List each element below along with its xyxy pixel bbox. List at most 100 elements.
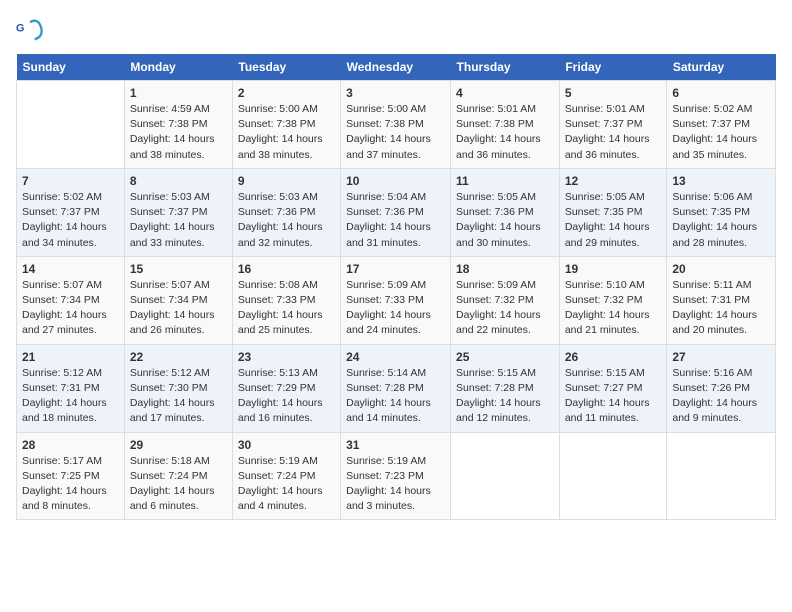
day-number: 2 xyxy=(238,86,335,100)
calendar-cell: 1 Sunrise: 4:59 AM Sunset: 7:38 PM Daylig… xyxy=(124,81,232,169)
day-number: 13 xyxy=(672,174,770,188)
column-header-monday: Monday xyxy=(124,54,232,81)
day-info: Sunrise: 5:08 AM Sunset: 7:33 PM Dayligh… xyxy=(238,278,335,339)
day-info: Sunrise: 5:11 AM Sunset: 7:31 PM Dayligh… xyxy=(672,278,770,339)
page-header: G xyxy=(16,16,776,44)
day-number: 31 xyxy=(346,438,445,452)
calendar-cell: 4 Sunrise: 5:01 AM Sunset: 7:38 PM Daylig… xyxy=(451,81,560,169)
day-number: 26 xyxy=(565,350,662,364)
day-info: Sunrise: 5:01 AM Sunset: 7:37 PM Dayligh… xyxy=(565,102,662,163)
day-info: Sunrise: 5:05 AM Sunset: 7:35 PM Dayligh… xyxy=(565,190,662,251)
calendar-cell: 8 Sunrise: 5:03 AM Sunset: 7:37 PM Daylig… xyxy=(124,168,232,256)
day-info: Sunrise: 4:59 AM Sunset: 7:38 PM Dayligh… xyxy=(130,102,227,163)
day-number: 23 xyxy=(238,350,335,364)
calendar-cell xyxy=(17,81,125,169)
logo-icon: G xyxy=(16,16,44,44)
day-number: 3 xyxy=(346,86,445,100)
calendar-cell: 21 Sunrise: 5:12 AM Sunset: 7:31 PM Dayli… xyxy=(17,344,125,432)
day-info: Sunrise: 5:19 AM Sunset: 7:24 PM Dayligh… xyxy=(238,454,335,515)
calendar-cell: 29 Sunrise: 5:18 AM Sunset: 7:24 PM Dayli… xyxy=(124,432,232,520)
day-info: Sunrise: 5:15 AM Sunset: 7:27 PM Dayligh… xyxy=(565,366,662,427)
day-info: Sunrise: 5:07 AM Sunset: 7:34 PM Dayligh… xyxy=(130,278,227,339)
day-number: 9 xyxy=(238,174,335,188)
day-info: Sunrise: 5:06 AM Sunset: 7:35 PM Dayligh… xyxy=(672,190,770,251)
column-header-thursday: Thursday xyxy=(451,54,560,81)
day-info: Sunrise: 5:03 AM Sunset: 7:36 PM Dayligh… xyxy=(238,190,335,251)
day-info: Sunrise: 5:07 AM Sunset: 7:34 PM Dayligh… xyxy=(22,278,119,339)
week-row-3: 14Sunrise: 5:07 AM Sunset: 7:34 PM Dayli… xyxy=(17,256,776,344)
calendar-cell: 24Sunrise: 5:14 AM Sunset: 7:28 PM Dayli… xyxy=(341,344,451,432)
day-info: Sunrise: 5:18 AM Sunset: 7:24 PM Dayligh… xyxy=(130,454,227,515)
day-info: Sunrise: 5:09 AM Sunset: 7:32 PM Dayligh… xyxy=(456,278,554,339)
day-number: 8 xyxy=(130,174,227,188)
calendar-cell xyxy=(667,432,776,520)
column-header-friday: Friday xyxy=(559,54,667,81)
column-header-wednesday: Wednesday xyxy=(341,54,451,81)
calendar-cell: 7 Sunrise: 5:02 AM Sunset: 7:37 PM Daylig… xyxy=(17,168,125,256)
day-info: Sunrise: 5:04 AM Sunset: 7:36 PM Dayligh… xyxy=(346,190,445,251)
calendar-cell xyxy=(451,432,560,520)
day-info: Sunrise: 5:01 AM Sunset: 7:38 PM Dayligh… xyxy=(456,102,554,163)
day-info: Sunrise: 5:02 AM Sunset: 7:37 PM Dayligh… xyxy=(672,102,770,163)
day-number: 15 xyxy=(130,262,227,276)
week-row-2: 7 Sunrise: 5:02 AM Sunset: 7:37 PM Daylig… xyxy=(17,168,776,256)
svg-text:G: G xyxy=(16,23,24,35)
day-info: Sunrise: 5:19 AM Sunset: 7:23 PM Dayligh… xyxy=(346,454,445,515)
day-info: Sunrise: 5:05 AM Sunset: 7:36 PM Dayligh… xyxy=(456,190,554,251)
day-number: 29 xyxy=(130,438,227,452)
day-number: 27 xyxy=(672,350,770,364)
day-info: Sunrise: 5:03 AM Sunset: 7:37 PM Dayligh… xyxy=(130,190,227,251)
day-info: Sunrise: 5:13 AM Sunset: 7:29 PM Dayligh… xyxy=(238,366,335,427)
day-number: 7 xyxy=(22,174,119,188)
day-number: 12 xyxy=(565,174,662,188)
column-header-saturday: Saturday xyxy=(667,54,776,81)
day-number: 25 xyxy=(456,350,554,364)
calendar-cell: 22Sunrise: 5:12 AM Sunset: 7:30 PM Dayli… xyxy=(124,344,232,432)
calendar-cell: 20Sunrise: 5:11 AM Sunset: 7:31 PM Dayli… xyxy=(667,256,776,344)
day-number: 1 xyxy=(130,86,227,100)
day-number: 4 xyxy=(456,86,554,100)
day-number: 6 xyxy=(672,86,770,100)
day-info: Sunrise: 5:10 AM Sunset: 7:32 PM Dayligh… xyxy=(565,278,662,339)
day-number: 30 xyxy=(238,438,335,452)
calendar-cell: 11 Sunrise: 5:05 AM Sunset: 7:36 PM Dayli… xyxy=(451,168,560,256)
day-number: 11 xyxy=(456,174,554,188)
calendar-cell: 19Sunrise: 5:10 AM Sunset: 7:32 PM Dayli… xyxy=(559,256,667,344)
day-number: 17 xyxy=(346,262,445,276)
day-info: Sunrise: 5:00 AM Sunset: 7:38 PM Dayligh… xyxy=(346,102,445,163)
calendar-cell: 10Sunrise: 5:04 AM Sunset: 7:36 PM Dayli… xyxy=(341,168,451,256)
calendar-cell: 26 Sunrise: 5:15 AM Sunset: 7:27 PM Dayli… xyxy=(559,344,667,432)
calendar-cell: 5 Sunrise: 5:01 AM Sunset: 7:37 PM Daylig… xyxy=(559,81,667,169)
week-row-4: 21 Sunrise: 5:12 AM Sunset: 7:31 PM Dayli… xyxy=(17,344,776,432)
day-info: Sunrise: 5:14 AM Sunset: 7:28 PM Dayligh… xyxy=(346,366,445,427)
calendar-cell: 23 Sunrise: 5:13 AM Sunset: 7:29 PM Dayli… xyxy=(232,344,340,432)
day-number: 18 xyxy=(456,262,554,276)
calendar-cell: 6 Sunrise: 5:02 AM Sunset: 7:37 PM Daylig… xyxy=(667,81,776,169)
week-row-5: 28Sunrise: 5:17 AM Sunset: 7:25 PM Dayli… xyxy=(17,432,776,520)
calendar-cell: 17 Sunrise: 5:09 AM Sunset: 7:33 PM Dayli… xyxy=(341,256,451,344)
day-info: Sunrise: 5:17 AM Sunset: 7:25 PM Dayligh… xyxy=(22,454,119,515)
calendar-cell: 12 Sunrise: 5:05 AM Sunset: 7:35 PM Dayli… xyxy=(559,168,667,256)
day-number: 5 xyxy=(565,86,662,100)
calendar-cell: 30 Sunrise: 5:19 AM Sunset: 7:24 PM Dayli… xyxy=(232,432,340,520)
day-info: Sunrise: 5:00 AM Sunset: 7:38 PM Dayligh… xyxy=(238,102,335,163)
calendar-cell: 18 Sunrise: 5:09 AM Sunset: 7:32 PM Dayli… xyxy=(451,256,560,344)
calendar-cell: 2 Sunrise: 5:00 AM Sunset: 7:38 PM Daylig… xyxy=(232,81,340,169)
day-number: 21 xyxy=(22,350,119,364)
day-info: Sunrise: 5:02 AM Sunset: 7:37 PM Dayligh… xyxy=(22,190,119,251)
calendar-cell: 3 Sunrise: 5:00 AM Sunset: 7:38 PM Daylig… xyxy=(341,81,451,169)
calendar-cell: 14Sunrise: 5:07 AM Sunset: 7:34 PM Dayli… xyxy=(17,256,125,344)
day-info: Sunrise: 5:12 AM Sunset: 7:31 PM Dayligh… xyxy=(22,366,119,427)
calendar-cell: 25Sunrise: 5:15 AM Sunset: 7:28 PM Dayli… xyxy=(451,344,560,432)
column-header-sunday: Sunday xyxy=(17,54,125,81)
day-number: 16 xyxy=(238,262,335,276)
calendar-cell: 28Sunrise: 5:17 AM Sunset: 7:25 PM Dayli… xyxy=(17,432,125,520)
day-info: Sunrise: 5:16 AM Sunset: 7:26 PM Dayligh… xyxy=(672,366,770,427)
calendar-table: SundayMondayTuesdayWednesdayThursdayFrid… xyxy=(16,54,776,520)
day-number: 22 xyxy=(130,350,227,364)
logo: G xyxy=(16,16,48,44)
calendar-header-row: SundayMondayTuesdayWednesdayThursdayFrid… xyxy=(17,54,776,81)
column-header-tuesday: Tuesday xyxy=(232,54,340,81)
calendar-cell: 31 Sunrise: 5:19 AM Sunset: 7:23 PM Dayli… xyxy=(341,432,451,520)
day-info: Sunrise: 5:09 AM Sunset: 7:33 PM Dayligh… xyxy=(346,278,445,339)
